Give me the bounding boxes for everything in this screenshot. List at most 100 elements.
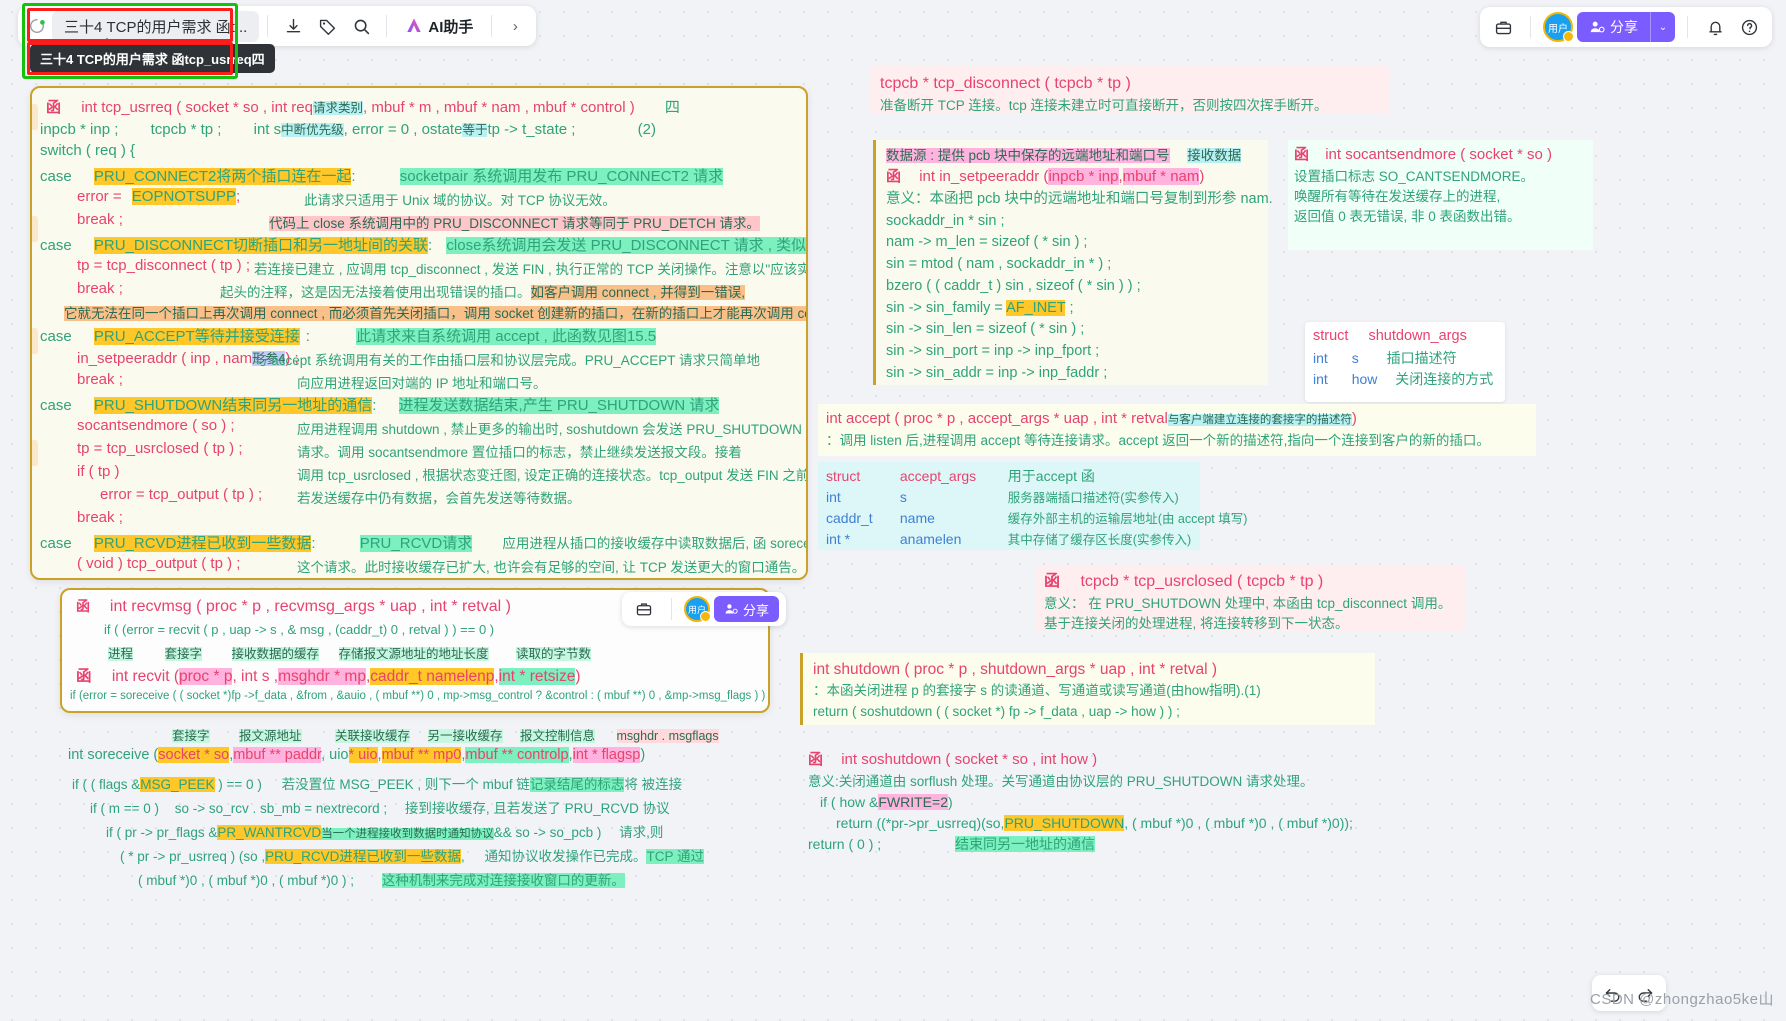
soshutdown-ret0: return ( 0 ) ; bbox=[808, 835, 882, 852]
tcp-disconnect-desc: 准备断开 TCP 连接。tcp 连接未建立时可直接断开，否则按四次挥手断开。 bbox=[880, 98, 1328, 113]
panel-tcp-usrreq[interactable]: 函 int tcp_usrreq ( socket * so , int req… bbox=[30, 86, 808, 580]
setpeeraddr-p2: mbuf * nam bbox=[1122, 168, 1200, 186]
shutdown-args-how-type: int bbox=[1313, 370, 1328, 387]
panel-socantsendmore[interactable]: 函 int socantsendmore ( socket * so ) 设置插… bbox=[1288, 140, 1593, 250]
label-proc: 进程 bbox=[108, 647, 134, 661]
code-eopnotsupp: EOPNOTSUPP bbox=[131, 188, 236, 205]
sorecv-l2-b: ) == 0 ) bbox=[214, 777, 262, 792]
accept-args-row1-type: int bbox=[826, 489, 841, 505]
mini-divider bbox=[671, 598, 672, 620]
download-icon[interactable] bbox=[276, 9, 310, 43]
sorecv-l3-note: 接到接收缓存, 且若发送了 PRU_RCVD 协议 bbox=[404, 801, 670, 816]
sorecv-l6-note: 这种机制来完成对连接接收窗口的更新。 bbox=[381, 873, 625, 888]
person-add-icon bbox=[1590, 21, 1605, 33]
shutdown-args-how-name: how bbox=[1351, 370, 1378, 387]
avatar-mini[interactable]: 用户 bbox=[684, 596, 711, 622]
note-errorsock-b: 如客户调用 connect , 并得到一错误, bbox=[530, 285, 746, 300]
note-shutdown-desc2: 请求。调用 socantsendmore 置位插口的标志，禁止继续发送报文段。接… bbox=[297, 445, 742, 460]
briefcase-icon[interactable] bbox=[1488, 12, 1518, 42]
fn-glyph-soshutdown: 函 bbox=[808, 751, 824, 768]
sorecv-l5-note-hl: TCP 通过 bbox=[646, 849, 704, 864]
code-error-tcp-output: error = tcp_output ( tp ) ; bbox=[100, 486, 263, 503]
expand-toolbar-button[interactable]: › bbox=[500, 11, 530, 41]
panel-tcp-usrclosed[interactable]: 函 tcpcb * tcp_usrclosed ( tcpcb * tp ) 意… bbox=[1035, 565, 1465, 631]
accept-args-row2-type: caddr_t bbox=[826, 510, 873, 526]
avatar[interactable]: 用户 bbox=[1543, 12, 1574, 42]
sorecv-l2-note-b: 将 被连接 bbox=[624, 777, 683, 792]
sync-spinner-icon bbox=[28, 17, 46, 35]
soshutdown-if-b: ) bbox=[947, 793, 953, 810]
soreceive-p3: * uio bbox=[348, 747, 378, 763]
sorecv-l2-a: if ( ( flags & bbox=[72, 777, 141, 792]
share-button-mini[interactable]: 分享 bbox=[714, 596, 780, 622]
setpeeraddr-line-8: sin -> sin_addr = inp -> inp_faddr ; bbox=[886, 364, 1108, 381]
accept-signature: int accept ( proc * p , accept_args * ua… bbox=[826, 410, 1168, 427]
soreceive-p4: mbuf ** mp0 bbox=[381, 747, 462, 763]
accept-args-row1-name: s bbox=[899, 489, 907, 505]
soreceive-p5: mbuf ** controlp bbox=[465, 747, 569, 763]
document-title-tooltip: 三十4 TCP的用户需求 函tcp_usrreq四 bbox=[30, 38, 275, 73]
tcp-disconnect-signature: tcpcb * tcp_disconnect ( tcpcb * tp ) bbox=[880, 75, 1131, 92]
colon-4: : bbox=[372, 397, 377, 414]
panel-shutdown-args[interactable]: struct shutdown_args int s 插口描述符 int how… bbox=[1305, 322, 1505, 402]
share-button[interactable]: 分享 bbox=[1577, 12, 1650, 42]
search-icon[interactable] bbox=[344, 9, 378, 43]
usrreq-s-tag: 中断优先级 bbox=[281, 123, 344, 137]
briefcase-icon-mini[interactable] bbox=[629, 594, 659, 624]
setpeeraddr-p1: inpcb * inp bbox=[1048, 168, 1119, 186]
bell-icon[interactable] bbox=[1700, 12, 1730, 42]
note-disconnect-desc: 若连接已建立 , 应调用 tcp_disconnect , 发送 FIN , 执… bbox=[254, 262, 808, 277]
sorecv-l4-tag: 当一个进程接收到数据时通知协议 bbox=[321, 828, 494, 840]
recvit-sig-a2: , int s , bbox=[232, 668, 279, 685]
document-title-input[interactable]: 三十4 TCP的用户需求 函t... bbox=[52, 10, 260, 42]
case-rcvd-label: PRU_RCVD进程已收到一些数据 bbox=[93, 535, 312, 552]
soreceive-c3: , bbox=[377, 747, 382, 763]
note-connect2-desc: 此请求只适用于 Unix 域的协议。对 TCP 协议无效。 bbox=[304, 193, 616, 208]
case-disconnect-label: PRU_DISCONNECT切断插口和另一地址间的关联 bbox=[93, 237, 429, 254]
code-socantsendmore: socantsendmore ( so ) ; bbox=[77, 417, 235, 434]
toolbar-divider-4 bbox=[1530, 16, 1531, 38]
usrreq-signature: int tcp_usrreq ( socket * so , int req bbox=[81, 99, 313, 116]
label-retsize: 读取的字节数 bbox=[516, 647, 592, 661]
panel-soshutdown[interactable]: 函 int soshutdown ( socket * so , int how… bbox=[800, 745, 1500, 867]
colon-3: : bbox=[305, 328, 310, 345]
tcp-usrclosed-line1: 意义： 在 PRU_SHUTDOWN 处理中, 本函由 tcp_disconne… bbox=[1044, 596, 1452, 611]
accept-args-row0-type: struct bbox=[826, 468, 861, 484]
panel-tcp-disconnect[interactable]: tcpcb * tcp_disconnect ( tcpcb * tp ) 准备… bbox=[870, 66, 1390, 114]
shutdown-args-s-desc: 插口描述符 bbox=[1386, 349, 1457, 366]
help-circle-icon[interactable] bbox=[1734, 12, 1764, 42]
sorecv-l5-a: ( * pr -> pr_usrreq ) (so , bbox=[120, 849, 266, 864]
panel-soreceive[interactable]: 套接字 报文源地址 关联接收缓存 另一接收缓存 报文控制信息 msghdr . … bbox=[60, 725, 770, 893]
setpeeraddr-af-inet: AF_INET bbox=[1006, 299, 1066, 316]
usrreq-var-tcpcb: tcpcb * tp ; bbox=[150, 121, 222, 138]
code-tp-disconnect: tp = tcp_disconnect ( tp ) ; bbox=[77, 257, 251, 274]
panel-in-setpeeraddr[interactable]: 数据源 : 提供 pcb 块中保存的远端地址和端口号 接收数据 函 int in… bbox=[873, 140, 1273, 385]
panel-shutdown-fn[interactable]: int shutdown ( proc * p , shutdown_args … bbox=[800, 653, 1375, 725]
case-kw: case bbox=[40, 168, 72, 185]
usrreq-var-tstate: tp -> t_state ; bbox=[487, 121, 576, 138]
setpeeraddr-line-6: sin -> sin_len = sizeof ( * sin ) ; bbox=[886, 321, 1085, 338]
note-accept-desc: 与 accept 系统调用有关的工作由插口层和协议层完成。PRU_ACCEPT … bbox=[254, 353, 761, 368]
share-dropdown-caret[interactable]: ⌄ bbox=[1650, 12, 1675, 42]
fn-glyph-recvit: 函 bbox=[76, 668, 92, 685]
soshutdown-if-a: if ( how & bbox=[820, 793, 879, 810]
socantsendmore-line-1: 唤醒所有等待在发送缓存上的进程, bbox=[1294, 188, 1501, 204]
tag-icon[interactable] bbox=[310, 9, 344, 43]
panel-accept[interactable]: int accept ( proc * p , accept_args * ua… bbox=[818, 404, 1536, 456]
toolbar-divider-3 bbox=[491, 15, 493, 37]
case-kw-3: case bbox=[40, 328, 72, 345]
panel-accept-args[interactable]: struct accept_args 用于accept 函 int s 服务器端… bbox=[818, 462, 1247, 550]
setpeeraddr-line-2: nam -> m_len = sizeof ( * sin ) ; bbox=[886, 234, 1088, 251]
recvit-sig-a: int recvit ( bbox=[111, 668, 180, 685]
recvmsg-signature: int recvmsg ( proc * p , recvmsg_args * … bbox=[109, 598, 511, 615]
note-accept-return: 向应用进程返回对端的 IP 地址和端口号。 bbox=[297, 376, 547, 391]
usrreq-switch: switch ( req ) { bbox=[40, 142, 136, 159]
accept-args-row2-desc: 缓存外部主机的运输层地址(由 accept 填写) bbox=[1007, 512, 1248, 526]
sorecv-l6-a: ( mbuf *)0 , ( mbuf *)0 , ( mbuf *)0 ) ; bbox=[138, 873, 355, 888]
ai-assistant-button[interactable]: AI助手 bbox=[395, 10, 483, 42]
fn-glyph-setpeeraddr: 函 bbox=[886, 168, 902, 186]
recvit-p1: proc * p bbox=[179, 668, 233, 685]
shutdown-args-how-desc: 关闭连接的方式 bbox=[1395, 370, 1494, 387]
ai-assistant-label: AI助手 bbox=[428, 18, 474, 36]
semicolon: ; bbox=[235, 188, 241, 205]
